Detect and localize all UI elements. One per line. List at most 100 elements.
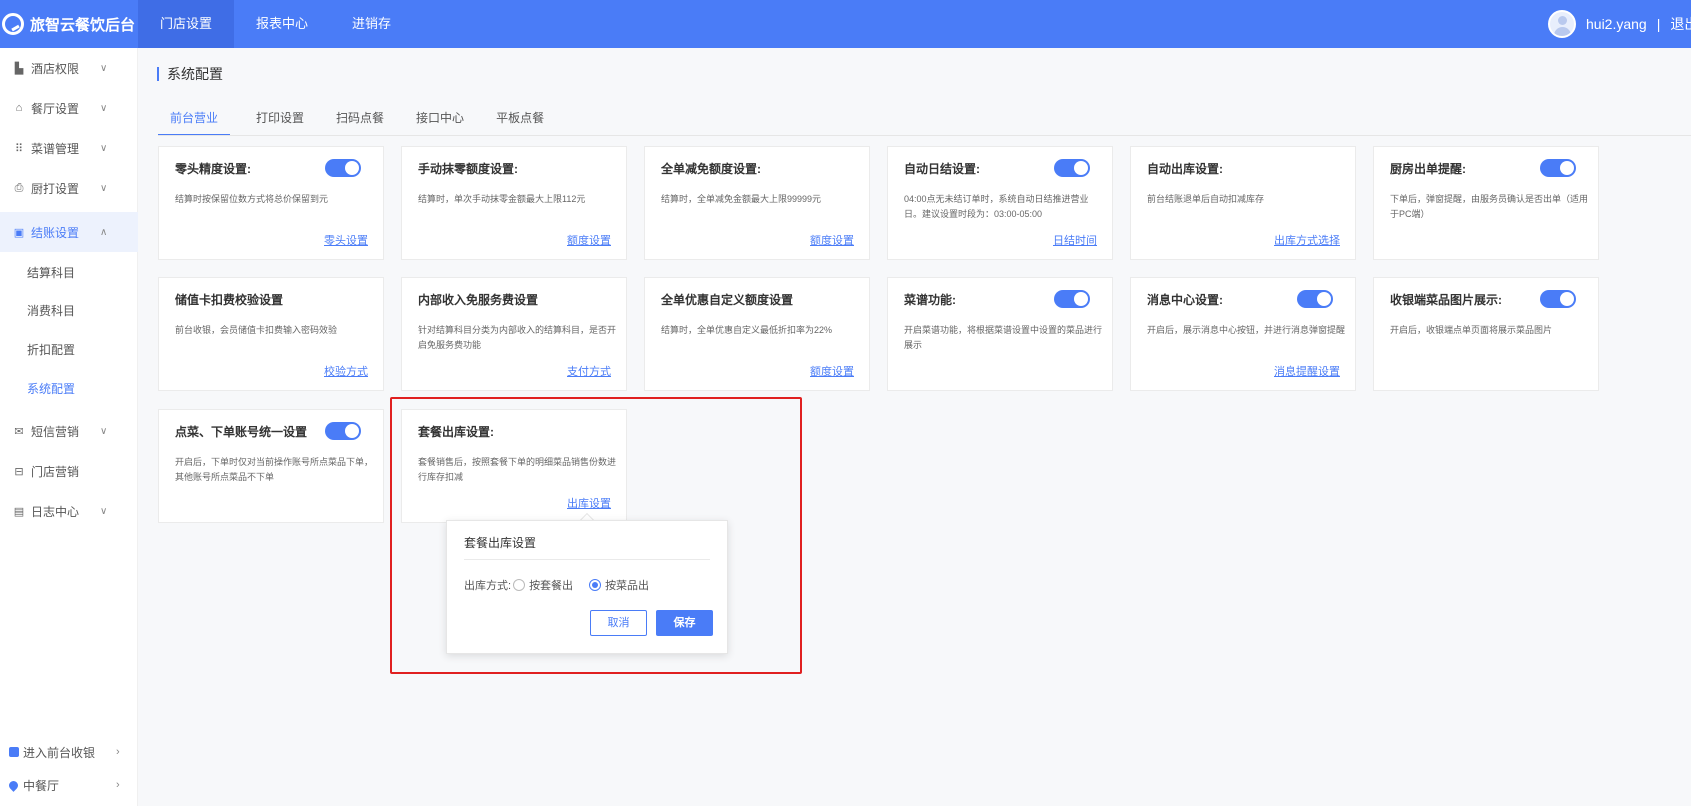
top-bar: 旅智云餐饮后台 门店设置 报表中心 进销存 hui2.yang | 退出: [0, 0, 1691, 48]
sidebar-item-hotel-permissions[interactable]: ▙ 酒店权限 ∨: [0, 48, 138, 88]
topnav-inventory[interactable]: 进销存: [330, 0, 413, 48]
tab-scan-order[interactable]: 扫码点餐: [334, 108, 386, 136]
card-title: 全单减免额度设置:: [661, 162, 761, 176]
card-link[interactable]: 零头设置: [324, 232, 368, 248]
radio-by-set-meal-label[interactable]: 按套餐出: [529, 577, 573, 593]
card-title: 自动日结设置:: [904, 162, 980, 176]
sidebar-item-label: 短信营销: [31, 424, 80, 439]
card-description: 结算时，全单减免金额最大上限99999元: [661, 194, 822, 204]
toggle-switch[interactable]: [325, 159, 361, 177]
page-title: 系统配置: [157, 67, 223, 81]
sidebar: ▙ 酒店权限 ∨ ⌂ 餐厅设置 ∨ ⠿ 菜谱管理 ∨ ⎙ 厨打设置 ∨ ▣ 结账…: [0, 48, 138, 806]
card-message-center: 消息中心设置: 开启后，展示消息中心按钮，并进行消息弹窗提醒 消息提醒设置: [1130, 277, 1356, 391]
radio-by-dish[interactable]: [589, 579, 602, 591]
sidebar-sub-discount-config[interactable]: 折扣配置: [0, 331, 138, 369]
main-content: 系统配置 前台营业 打印设置 扫码点餐 接口中心 平板点餐 零头精度设置: 结算…: [138, 48, 1691, 806]
toggle-switch[interactable]: [1540, 290, 1576, 308]
card-unified-order-account: 点菜、下单账号统一设置 开启后，下单时仅对当前操作账号所点菜品下单，其他账号所点…: [158, 409, 384, 523]
sidebar-sub-system-config[interactable]: 系统配置: [0, 370, 138, 408]
card-description: 开启后，收银端点单页面将展示菜品图片: [1390, 325, 1553, 335]
sidebar-item-label: 酒店权限: [31, 61, 80, 76]
card-title: 全单优惠自定义额度设置: [661, 293, 794, 307]
sidebar-item-sms-marketing[interactable]: ✉ 短信营销 ∨: [0, 411, 138, 451]
logo-icon: [2, 13, 24, 35]
card-link[interactable]: 支付方式: [567, 363, 611, 379]
card-title: 零头精度设置:: [175, 162, 251, 176]
sidebar-item-checkout-settings[interactable]: ▣ 结账设置 ∧: [0, 212, 138, 252]
gift-icon: ⊟: [14, 465, 24, 478]
chevron-up-icon: ∧: [100, 226, 108, 238]
card-rounding-precision: 零头精度设置: 结算时按保留位数方式将总价保留到元 零头设置: [158, 146, 384, 260]
card-description: 前台收银，会员储值卡扣费输入密码效验: [175, 325, 338, 335]
chevron-down-icon: ∨: [100, 62, 108, 74]
stock-method-label: 出库方式:: [464, 580, 512, 592]
card-title: 点菜、下单账号统一设置: [175, 425, 308, 439]
card-link[interactable]: 出库方式选择: [1274, 232, 1340, 248]
avatar[interactable]: [1548, 10, 1576, 38]
sidebar-item-label: 日志中心: [31, 504, 80, 519]
sidebar-item-menu-management[interactable]: ⠿ 菜谱管理 ∨: [0, 128, 138, 168]
app-logo[interactable]: 旅智云餐饮后台: [0, 0, 138, 48]
card-link[interactable]: 额度设置: [810, 232, 854, 248]
mail-icon: ✉: [14, 425, 24, 438]
card-link[interactable]: 校验方式: [324, 363, 368, 379]
sidebar-item-label: 门店营销: [31, 464, 80, 479]
sidebar-sub-consumption-subjects[interactable]: 消费科目: [0, 292, 138, 330]
sidebar-item-log-center[interactable]: ▤ 日志中心 ∨: [0, 491, 138, 531]
chevron-down-icon: ∨: [100, 142, 108, 154]
card-title: 收银端菜品图片展示:: [1390, 293, 1502, 307]
card-auto-daily-close: 自动日结设置: 04:00点无未结订单时，系统自动日结推进营业日。建议设置时段为…: [887, 146, 1113, 260]
card-link[interactable]: 额度设置: [567, 232, 611, 248]
current-restaurant[interactable]: 中餐厅 ›: [0, 770, 138, 800]
user-menu: hui2.yang | 退出: [1548, 10, 1691, 38]
card-internal-income-service-fee: 内部收入免服务费设置 针对结算科目分类为内部收入的结算科目，是否开启免服务费功能…: [401, 277, 627, 391]
app-name: 旅智云餐饮后台: [30, 16, 136, 34]
sidebar-item-kitchen-print[interactable]: ⎙ 厨打设置 ∨: [0, 168, 138, 208]
card-title: 消息中心设置:: [1147, 293, 1223, 307]
home-icon: ⌂: [15, 102, 23, 114]
separator: |: [1656, 16, 1661, 32]
document-icon: ▤: [13, 505, 25, 518]
topnav-report-center[interactable]: 报表中心: [234, 0, 330, 48]
card-description: 结算时，单次手动抹零金额最大上限112元: [418, 194, 586, 204]
popover-title: 套餐出库设置: [464, 536, 537, 550]
card-link[interactable]: 额度设置: [810, 363, 854, 379]
toggle-switch[interactable]: [1054, 290, 1090, 308]
tab-print-settings[interactable]: 打印设置: [254, 108, 306, 136]
card-title: 厨房出单提醒:: [1390, 162, 1466, 176]
card-custom-discount-limit: 全单优惠自定义额度设置 结算时，全单优惠自定义最低折扣率为22% 额度设置: [644, 277, 870, 391]
location-pin-icon: [7, 778, 20, 792]
sidebar-item-store-marketing[interactable]: ⊟ 门店营销: [0, 451, 138, 491]
toggle-switch[interactable]: [1540, 159, 1576, 177]
toggle-switch[interactable]: [1054, 159, 1090, 177]
logout-link[interactable]: 退出: [1670, 14, 1691, 34]
card-description: 开启后，展示消息中心按钮，并进行消息弹窗提醒: [1147, 325, 1346, 335]
set-meal-stock-popover: 套餐出库设置 出库方式: 按套餐出 按菜品出 取消 保存: [446, 520, 728, 654]
tab-tablet-order[interactable]: 平板点餐: [494, 108, 546, 136]
sidebar-item-label: 菜谱管理: [31, 141, 80, 156]
user-name[interactable]: hui2.yang: [1586, 16, 1647, 32]
sidebar-sub-settlement-subjects[interactable]: 结算科目: [0, 254, 138, 292]
cancel-button[interactable]: 取消: [590, 610, 647, 636]
card-dish-image-display: 收银端菜品图片展示: 开启后，收银端点单页面将展示菜品图片: [1373, 277, 1599, 391]
footer-item-label: 中餐厅: [23, 778, 60, 793]
radio-by-set-meal[interactable]: [513, 579, 526, 591]
card-link[interactable]: 消息提醒设置: [1274, 363, 1340, 379]
card-description: 开启后，下单时仅对当前操作账号所点菜品下单，其他账号所点菜品不下单: [175, 457, 374, 482]
card-title: 内部收入免服务费设置: [418, 293, 539, 307]
toggle-switch[interactable]: [325, 422, 361, 440]
sidebar-item-restaurant-settings[interactable]: ⌂ 餐厅设置 ∨: [0, 88, 138, 128]
footer-item-label: 进入前台收银: [23, 745, 96, 760]
save-button[interactable]: 保存: [656, 610, 713, 636]
enter-front-cashier[interactable]: 进入前台收银 ›: [0, 737, 138, 767]
card-description: 结算时，全单优惠自定义最低折扣率为22%: [661, 325, 833, 335]
card-description: 结算时按保留位数方式将总价保留到元: [175, 194, 329, 204]
card-description: 下单后，弹窗提醒，由服务员确认是否出单（适用于PC端）: [1390, 194, 1589, 219]
radio-by-dish-label[interactable]: 按菜品出: [605, 577, 649, 593]
tab-front-business[interactable]: 前台营业: [158, 108, 231, 136]
card-title: 手动抹零额度设置:: [418, 162, 518, 176]
tab-interface-center[interactable]: 接口中心: [414, 108, 466, 136]
card-link[interactable]: 日结时间: [1053, 232, 1097, 248]
topnav-store-settings[interactable]: 门店设置: [138, 0, 235, 48]
toggle-switch[interactable]: [1297, 290, 1333, 308]
